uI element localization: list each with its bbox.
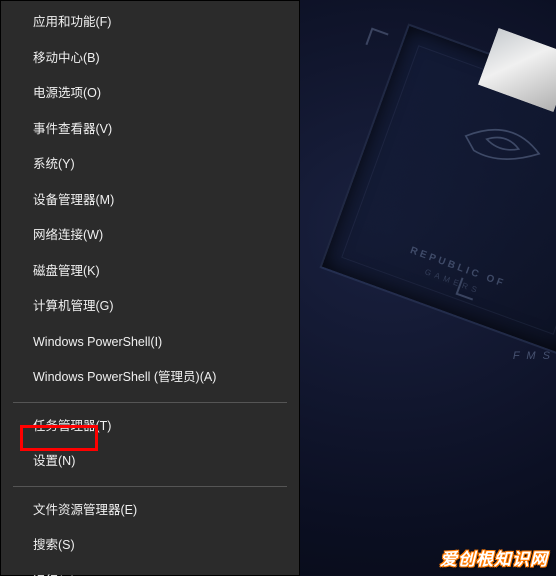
winx-context-menu: 应用和功能(F) 移动中心(B) 电源选项(O) 事件查看器(V) 系统(Y) 设备管理器… <box>0 0 300 576</box>
menu-item-apps-features[interactable]: 应用和功能(F) <box>1 5 299 41</box>
menu-item-label: 搜索(S) <box>33 538 75 552</box>
menu-item-label: 设置(N) <box>33 454 75 468</box>
menu-item-task-manager[interactable]: 任务管理器(T) <box>1 409 299 445</box>
side-text: F M S <box>513 350 552 362</box>
menu-item-event-viewer[interactable]: 事件查看器(V) <box>1 112 299 148</box>
menu-item-label: 设备管理器(M) <box>33 193 114 207</box>
menu-item-disk-management[interactable]: 磁盘管理(K) <box>1 254 299 290</box>
menu-item-label: 文件资源管理器(E) <box>33 503 137 517</box>
frame-bracket <box>365 27 388 50</box>
menu-item-label: 移动中心(B) <box>33 51 100 65</box>
menu-item-label: 任务管理器(T) <box>33 419 111 433</box>
menu-item-label: 电源选项(O) <box>33 86 101 100</box>
menu-item-settings[interactable]: 设置(N) <box>1 444 299 480</box>
menu-separator <box>13 486 287 487</box>
menu-item-label: 磁盘管理(K) <box>33 264 100 278</box>
menu-item-file-explorer[interactable]: 文件资源管理器(E) <box>1 493 299 529</box>
brand-text-2: GAMERS <box>331 234 556 330</box>
menu-item-label: 网络连接(W) <box>33 228 103 242</box>
menu-item-label: 事件查看器(V) <box>33 122 112 136</box>
menu-item-label: Windows PowerShell(I) <box>33 335 162 349</box>
menu-item-device-manager[interactable]: 设备管理器(M) <box>1 183 299 219</box>
watermark: 爱创根知识网 <box>440 545 548 570</box>
menu-item-label: 计算机管理(G) <box>33 299 114 313</box>
menu-item-label: 系统(Y) <box>33 157 75 171</box>
menu-item-system[interactable]: 系统(Y) <box>1 147 299 183</box>
menu-item-powershell-admin[interactable]: Windows PowerShell (管理员)(A) <box>1 360 299 396</box>
menu-item-label: 应用和功能(F) <box>33 15 111 29</box>
menu-separator <box>13 402 287 403</box>
menu-item-search[interactable]: 搜索(S) <box>1 528 299 564</box>
menu-item-mobility-center[interactable]: 移动中心(B) <box>1 41 299 77</box>
menu-item-run[interactable]: 运行(R) <box>1 564 299 576</box>
menu-item-powershell[interactable]: Windows PowerShell(I) <box>1 325 299 361</box>
menu-item-network-connections[interactable]: 网络连接(W) <box>1 218 299 254</box>
menu-item-computer-management[interactable]: 计算机管理(G) <box>1 289 299 325</box>
rog-logo-icon <box>452 106 554 184</box>
menu-item-power-options[interactable]: 电源选项(O) <box>1 76 299 112</box>
menu-item-label: Windows PowerShell (管理员)(A) <box>33 370 216 384</box>
